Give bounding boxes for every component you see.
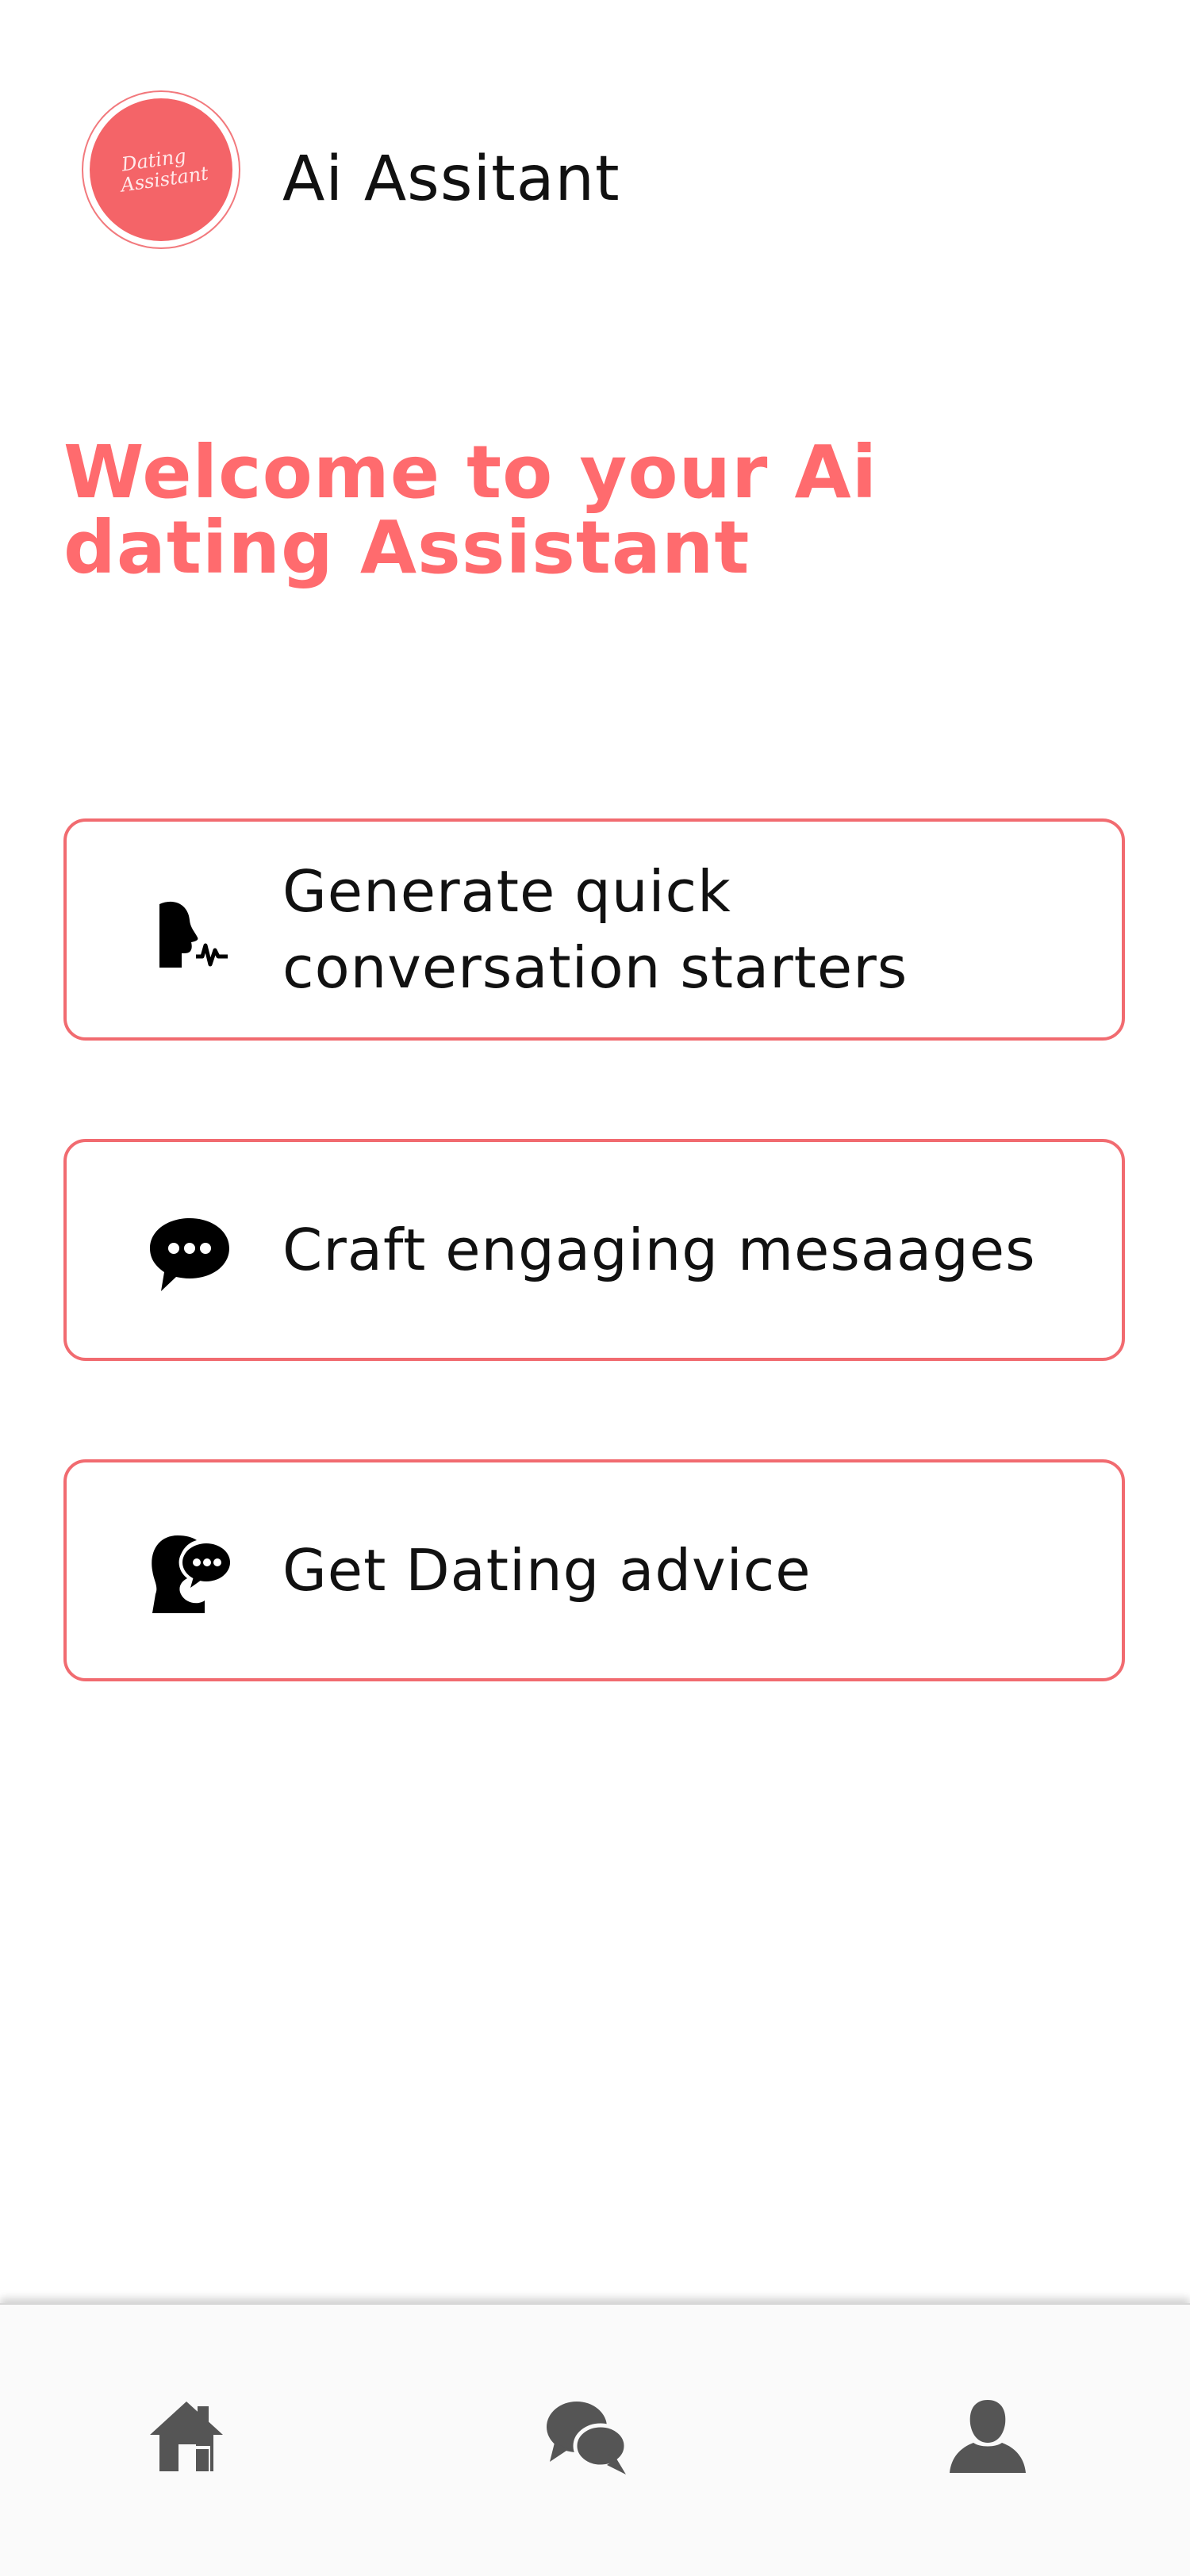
chat-bubble-icon bbox=[146, 1209, 233, 1297]
conversation-starters-label-line1: Generate quick bbox=[282, 858, 731, 925]
app-screen: Dating Assistant Ai Assitant Welcome to … bbox=[0, 0, 1190, 2576]
advice-person-icon bbox=[146, 1530, 233, 1617]
craft-messages-label: Craft engaging mesaages bbox=[282, 1217, 1036, 1283]
app-title: Ai Assitant bbox=[282, 144, 620, 215]
welcome-heading: Welcome to your Ai dating Assistant bbox=[63, 435, 1063, 585]
bottom-navigation bbox=[0, 2303, 1190, 2576]
profile-icon bbox=[948, 2397, 1027, 2479]
conversation-starters-label: Generate quick conversation starters bbox=[282, 822, 1107, 1037]
nav-chats-button[interactable] bbox=[539, 2390, 635, 2486]
logo-badge: Dating Assistant bbox=[90, 98, 232, 241]
nav-profile-button[interactable] bbox=[940, 2390, 1035, 2486]
nav-home-button[interactable] bbox=[139, 2390, 234, 2486]
home-icon bbox=[147, 2397, 226, 2479]
speaking-head-icon bbox=[146, 889, 233, 976]
conversation-starters-label-line2: conversation starters bbox=[282, 934, 908, 1001]
conversation-starters-button[interactable]: Generate quick conversation starters bbox=[63, 818, 1125, 1041]
welcome-heading-line1: Welcome to your Ai bbox=[63, 430, 878, 515]
chats-icon bbox=[543, 2395, 631, 2481]
app-header: Dating Assistant Ai Assitant bbox=[0, 0, 1190, 270]
dating-advice-label: Get Dating advice bbox=[282, 1537, 812, 1604]
dating-advice-button[interactable]: Get Dating advice bbox=[63, 1459, 1125, 1681]
craft-messages-button[interactable]: Craft engaging mesaages bbox=[63, 1139, 1125, 1361]
app-logo: Dating Assistant bbox=[82, 90, 240, 249]
welcome-heading-line2: dating Assistant bbox=[63, 505, 750, 590]
